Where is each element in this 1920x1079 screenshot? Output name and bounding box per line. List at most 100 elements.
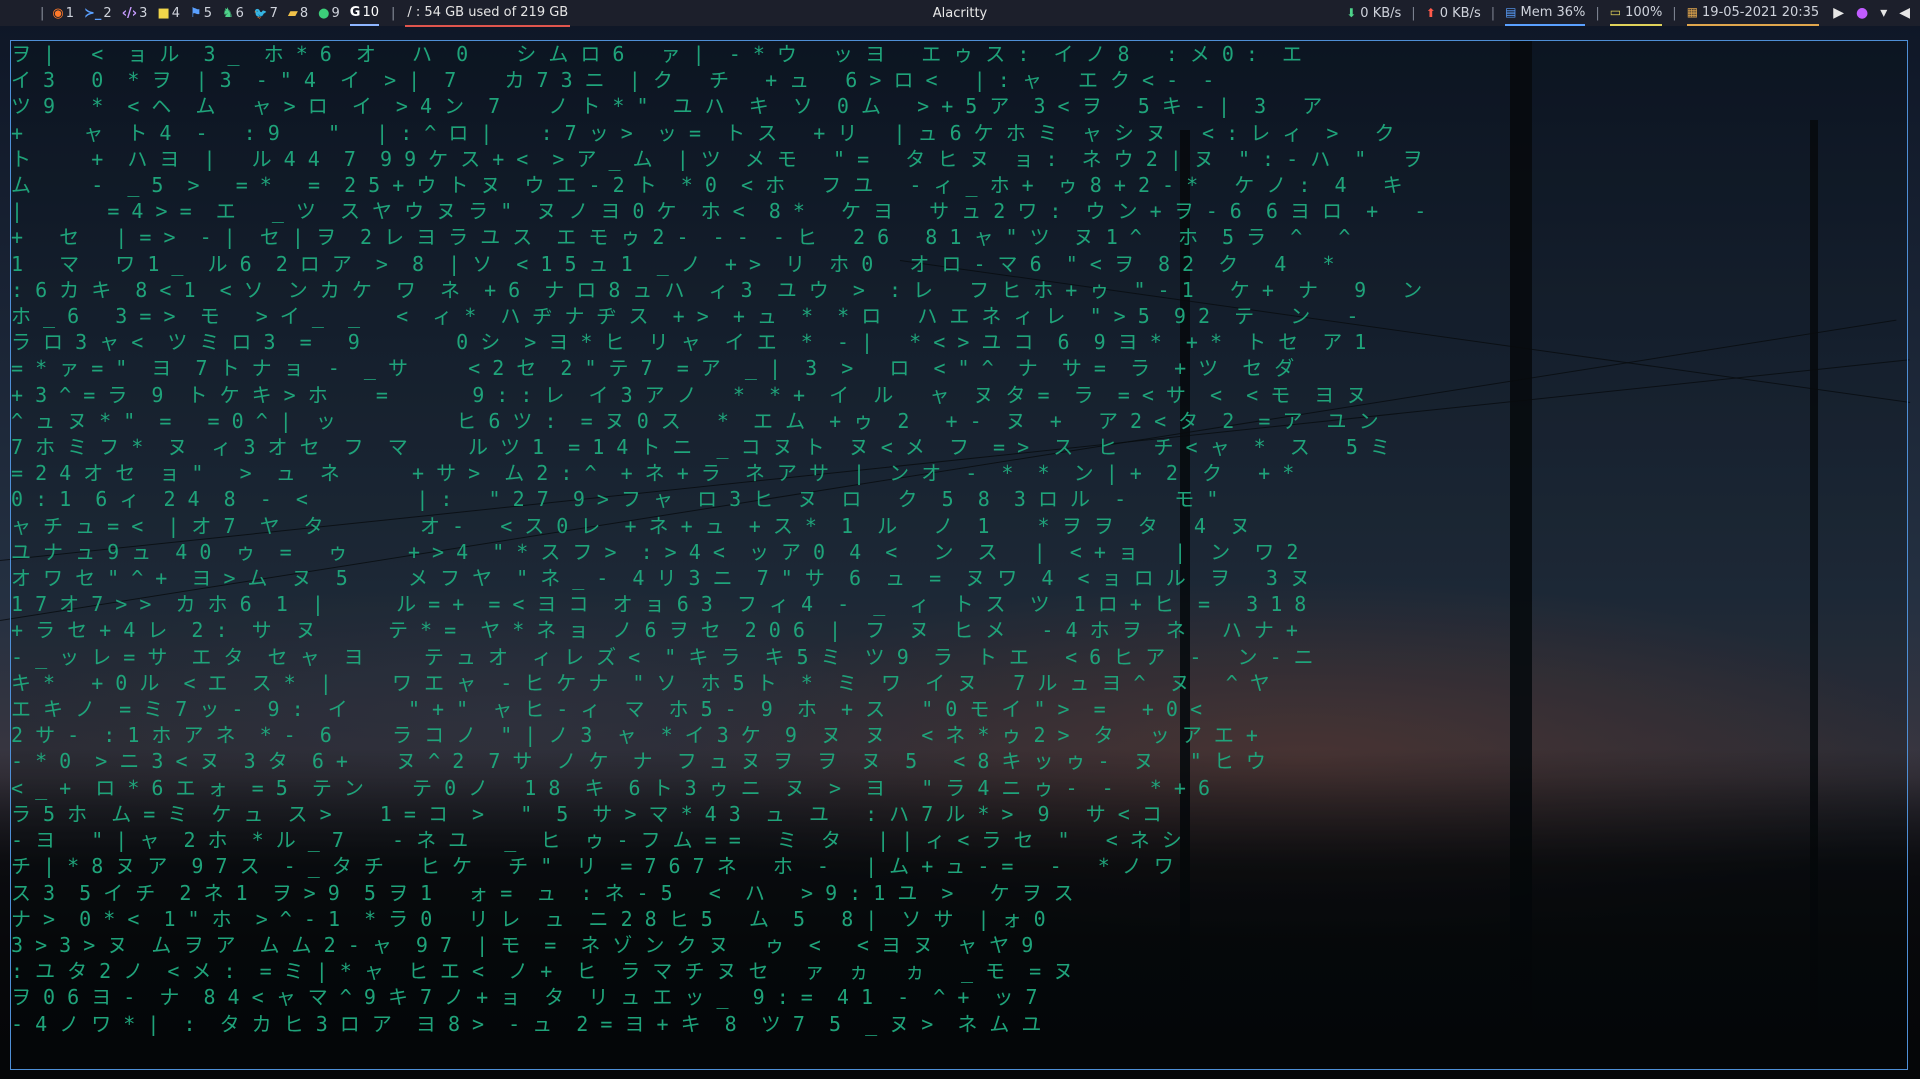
workspace-number: 7 xyxy=(269,5,278,21)
workspace-8[interactable]: ▰ 8 xyxy=(288,0,308,26)
matrix-line: 7 ホ ミ フ * ヌ ィ 3 オ セ フ マ ル ツ 1 = 1 4 ト ニ … xyxy=(11,435,1390,460)
workspace-9[interactable]: ● 9 xyxy=(318,0,340,26)
matrix-rain-output: ヲ | < ョ ル 3 _ ホ * 6 オ ハ 0 シ ム ロ 6 ァ | - … xyxy=(11,41,1907,1069)
workspace-number: 10 xyxy=(362,4,380,20)
workspace-number: 8 xyxy=(299,5,309,21)
flag-icon: ⚑ xyxy=(190,5,202,21)
matrix-line: 3 > 3 > ヌ ム ヲ ア ム ム 2 - ャ 9 7 | モ = ネ ゾ … xyxy=(11,932,1034,957)
memory-usage: ▤ Mem 36% xyxy=(1505,0,1586,26)
workspace-list: | ◉ 1 ≻_ 2 ‹/› 3 ■ 4 ⚑ 5 ♞ 6 🐦 7 ▰ 8 ● 9… xyxy=(10,0,571,27)
workspace-number: 4 xyxy=(171,5,181,21)
workspace-3[interactable]: ‹/› 3 xyxy=(122,0,148,26)
matrix-line: ラ 5 ホ ム = ミ ケ ュ ス > 1 = コ > " 5 サ > マ * … xyxy=(11,801,1162,826)
matrix-line: = 2 4 オ セ ョ " > ュ ネ + サ > ム 2 : ^ + ネ + … xyxy=(11,461,1295,486)
bar-separator: | xyxy=(1411,5,1416,21)
matrix-line: ナ > 0 * < 1 " ホ > ^ - 1 * ラ 0 リ レ ュ ニ 2 … xyxy=(11,906,1046,931)
download-icon: ⬇ xyxy=(1346,6,1357,20)
terminal-window[interactable]: ヲ | < ョ ル 3 _ ホ * 6 オ ハ 0 シ ム ロ 6 ァ | - … xyxy=(10,40,1908,1070)
bar-separator: | xyxy=(40,5,45,21)
battery-value: 100% xyxy=(1625,4,1663,20)
net-up-value: 0 KB/s xyxy=(1439,5,1481,21)
net-down-value: 0 KB/s xyxy=(1360,5,1402,21)
matrix-line: = * ァ = " ヨ 7 ト ナ ョ - _ サ < 2 セ 2 " テ 7 … xyxy=(11,356,1295,381)
matrix-line: ユ ナ ュ 9 ュ 4 0 ゥ = ゥ + > 4 " * ス フ > : > … xyxy=(11,539,1299,564)
matrix-line: 1 7 オ 7 > > カ ホ 6 1 | ル = + = < ヨ コ オ ョ … xyxy=(11,592,1307,617)
matrix-line: 0 : 1 6 ィ 2 4 8 - < | : " 2 7 9 > フ ャ ロ … xyxy=(11,487,1219,512)
matrix-line: オ ワ セ " ^ + ヨ > ム ヌ 5 メ フ ヤ " ネ _ - 4 リ … xyxy=(11,566,1310,591)
wifi-icon[interactable]: ▾ xyxy=(1880,5,1887,21)
bar-separator: | xyxy=(1595,5,1600,21)
matrix-line: - * 0 > ニ 3 < ヌ 3 タ 6 + ヌ ^ 2 7 サ ノ ケ ナ … xyxy=(11,749,1266,774)
matrix-line: ト + ハ ヨ | ル 4 4 7 9 9 ケ ス + < > ア _ ム | … xyxy=(11,146,1423,171)
bar-separator: | xyxy=(391,5,396,21)
matrix-line: - ヨ " | ャ 2 ホ * ル _ 7 - ネ ユ _ ヒ ゥ - フ ム … xyxy=(11,828,1182,853)
status-modules: ⬇ 0 KB/s | ⬆ 0 KB/s | ▤ Mem 36% | ▭ 100%… xyxy=(1336,0,1910,26)
workspace-5[interactable]: ⚑ 5 xyxy=(190,0,212,26)
matrix-line: ホ _ 6 3 = > モ > イ _ _ < ィ * ハ ヂ ナ ヂ ス + … xyxy=(11,304,1359,329)
workspace-1[interactable]: ◉ 1 xyxy=(52,0,74,26)
workspace-2[interactable]: ≻_ 2 xyxy=(84,0,112,26)
matrix-line: : 6 カ キ 8 < 1 < ソ ン カ ケ ワ ネ + 6 ナ ロ 8 ュ … xyxy=(11,277,1423,302)
matrix-line: エ キ ノ = ミ 7 ッ - 9 : イ " + " ャ ヒ - ィ マ ホ … xyxy=(11,697,1203,722)
spotify-icon: ● xyxy=(318,5,330,21)
matrix-line: ヲ | < ョ ル 3 _ ホ * 6 オ ハ 0 シ ム ロ 6 ァ | - … xyxy=(11,42,1303,66)
matrix-line: イ 3 0 * ヲ | 3 - " 4 イ > | 7 カ 7 3 ニ | ク … xyxy=(11,68,1215,93)
matrix-line: 2 サ - : 1 ホ ア ネ * - 6 ラ コ ノ " | ノ 3 ャ * … xyxy=(11,723,1258,748)
app-tray-icon[interactable]: ● xyxy=(1856,5,1868,21)
matrix-line: + ャ ト 4 - : 9 " | : ^ ロ | : 7 ッ > ッ = ト … xyxy=(11,120,1395,145)
windows-icon: ■ xyxy=(157,5,170,21)
matrix-line: + セ | = > - | セ | ヲ 2 レ ヨ ラ ユ ス エ モ ゥ 2 … xyxy=(11,225,1351,250)
code-icon: ‹/› xyxy=(121,5,138,21)
matrix-line: - 4 ノ ワ * | : タ カ ヒ 3 ロ ア ヨ 8 > - ュ 2 = … xyxy=(11,1011,1042,1036)
workspace-number: 6 xyxy=(235,5,244,21)
battery-status: ▭ 100% xyxy=(1609,0,1663,26)
datetime-value: 19-05-2021 20:35 xyxy=(1702,4,1820,20)
discord-icon: ♞ xyxy=(221,5,234,21)
matrix-line: キ * + 0 ル < エ ス * | ワ エ ャ - ヒ ケ ナ " ソ ホ … xyxy=(11,670,1270,695)
matrix-line: チ | * 8 ヌ ア 9 7 ス - _ タ チ ヒ ケ チ " リ = 7 … xyxy=(11,854,1174,879)
workspace-number: 3 xyxy=(139,5,148,21)
system-tray: ▶ ● ▾ ◀ xyxy=(1833,5,1910,21)
workspace-number: 5 xyxy=(203,5,212,21)
matrix-line: ヲ 0 6 ヨ - ナ 8 4 < ャ マ ^ 9 キ 7 ノ + ョ タ リ … xyxy=(11,985,1038,1010)
matrix-line: 1 マ ワ 1 _ ル 6 2 ロ ア > 8 | ソ < 1 5 ュ 1 _ … xyxy=(11,251,1335,276)
workspace-number: 2 xyxy=(103,5,112,21)
workspace-icon: ◉ xyxy=(52,5,64,21)
terminal-icon: ≻_ xyxy=(84,5,102,21)
twitter-icon: 🐦 xyxy=(253,6,268,20)
clock[interactable]: ▦ 19-05-2021 20:35 xyxy=(1686,0,1820,26)
memory-icon: ▤ xyxy=(1505,5,1517,19)
memory-value: Mem 36% xyxy=(1520,4,1586,20)
matrix-line: ャ チ ュ = < | オ 7 ヤ タ オ - < ス 0 レ + ネ + ュ … xyxy=(11,513,1250,538)
matrix-line: | = 4 > = エ _ ツ ス ヤ ウ ヌ ラ " ヌ ノ ヨ 0 ケ ホ … xyxy=(11,199,1427,224)
calendar-icon: ▦ xyxy=(1686,5,1699,19)
workspace-number: 1 xyxy=(65,5,75,21)
upload-icon: ⬆ xyxy=(1425,6,1436,20)
net-down: ⬇ 0 KB/s xyxy=(1346,0,1401,26)
matrix-line: ^ ュ ヌ * " = = 0 ^ | ッ ヒ 6 ツ : = ヌ 0 ス * … xyxy=(11,408,1379,433)
matrix-line: + ラ セ + 4 レ 2 : サ ヌ テ * = ヤ * ネ ョ ノ 6 ヲ … xyxy=(11,618,1298,643)
matrix-line: + 3 ^ = ラ 9 ト ケ キ > ホ = 9 : : レ イ 3 ア ノ … xyxy=(11,382,1367,407)
matrix-line: ム - _ 5 > = * = 2 5 + ウ ト ヌ ウ エ - 2 ト * … xyxy=(11,173,1403,198)
status-bar: | ◉ 1 ≻_ 2 ‹/› 3 ■ 4 ⚑ 5 ♞ 6 🐦 7 ▰ 8 ● 9… xyxy=(0,0,1920,27)
battery-icon: ▭ xyxy=(1609,5,1622,19)
workspace-number: 9 xyxy=(331,5,340,21)
workspace-7[interactable]: 🐦 7 xyxy=(254,0,278,26)
matrix-line: - _ ッ レ = サ エ タ セ ャ ヨ テ ュ オ ィ レ ズ < " キ … xyxy=(11,644,1314,669)
workspace-10[interactable]: G 10 xyxy=(349,0,380,26)
folder-icon: ▰ xyxy=(287,5,298,21)
matrix-line: < _ + ロ * 6 エ ォ = 5 テ ン テ 0 ノ 1 8 キ 6 ト … xyxy=(11,775,1210,800)
google-icon: G xyxy=(349,4,361,20)
matrix-line: ス 3 5 イ チ 2 ネ 1 ヲ > 9 5 ヲ 1 ォ = ュ : ネ - … xyxy=(11,880,1074,905)
disk-usage: / : 54 GB used of 219 GB xyxy=(405,0,571,27)
matrix-line: ラ ロ 3 ャ < ツ ミ ロ 3 = 9 0 シ > ヨ * ヒ リ ャ イ … xyxy=(11,330,1367,355)
workspace-4[interactable]: ■ 4 xyxy=(157,0,180,26)
matrix-line: ツ 9 * < ヘ ム ャ > ロ イ > 4 ン 7 ノ ト * " ユ ハ … xyxy=(11,94,1323,119)
bar-separator: | xyxy=(1672,5,1677,21)
bar-separator: | xyxy=(1490,5,1496,21)
play-icon[interactable]: ▶ xyxy=(1833,5,1844,21)
matrix-line: : ユ タ 2 ノ < メ : = ミ | * ャ ヒ エ < ノ + ヒ ラ … xyxy=(11,959,1074,984)
workspace-6[interactable]: ♞ 6 xyxy=(222,0,244,26)
net-up: ⬆ 0 KB/s xyxy=(1426,0,1481,26)
volume-icon[interactable]: ◀ xyxy=(1899,5,1910,21)
